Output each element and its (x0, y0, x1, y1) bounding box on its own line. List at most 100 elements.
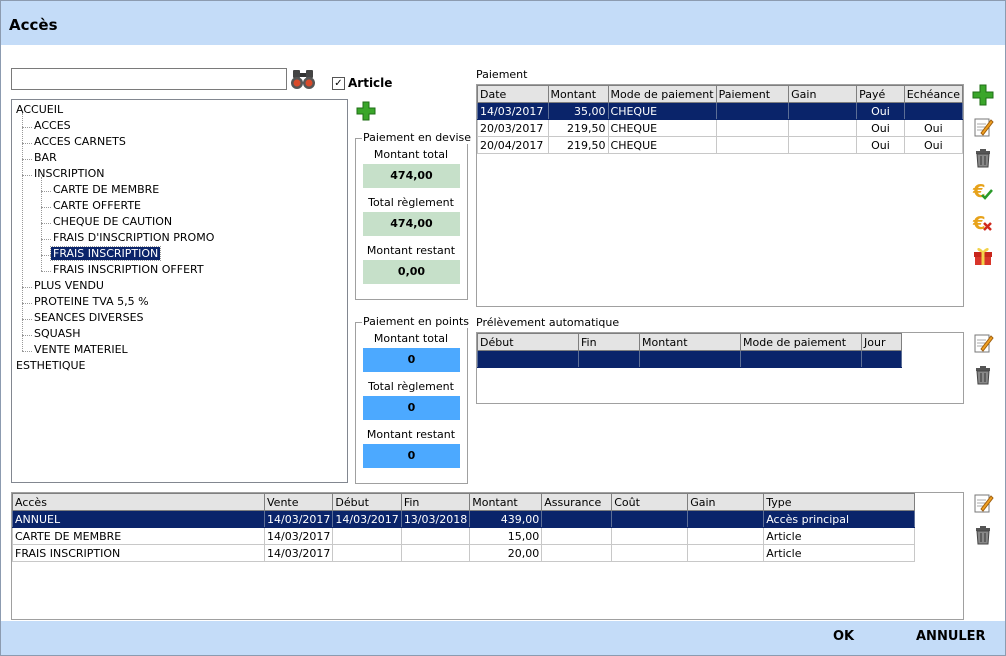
tree-node[interactable]: SQUASH (32, 327, 82, 340)
edit-direct-debit-icon[interactable] (972, 332, 994, 354)
tree-connector (41, 271, 51, 272)
delete-access-trash-icon[interactable] (972, 524, 994, 546)
payment-currency-group: Paiement en devise Montant total 474,00 … (355, 131, 473, 300)
column-header[interactable]: Date (477, 85, 549, 103)
edit-access-icon[interactable] (972, 492, 994, 514)
table-cell: Oui (856, 136, 905, 154)
binoculars-icon[interactable] (290, 68, 316, 90)
article-checkbox[interactable]: ✓ (332, 77, 345, 90)
table-cell: CHEQUE (607, 136, 717, 154)
payment-grid[interactable]: Date Montant Mode de paiement Paiement Gain P… (476, 84, 964, 307)
column-header[interactable]: Début (332, 493, 402, 511)
points-remaining-value: 0 (363, 444, 460, 468)
table-cell: 219,50 (547, 119, 609, 137)
table-cell: Oui (903, 136, 964, 154)
column-header[interactable]: Montant (547, 85, 609, 103)
table-cell (903, 102, 964, 120)
table-row[interactable]: CARTE DE MEMBRE 14/03/2017 15,00 Article (12, 527, 916, 545)
tree-node[interactable]: ACCES (32, 119, 73, 132)
search-input[interactable] (11, 68, 287, 90)
column-header[interactable]: Type (763, 493, 916, 511)
column-header[interactable]: Montant (639, 333, 741, 351)
column-header[interactable]: Jour (861, 333, 902, 351)
table-row[interactable]: 14/03/2017 35,00 CHEQUE Oui (477, 102, 964, 120)
article-tree[interactable]: ACCUEIL ACCES ACCES CARNETS BAR INSCRIPTION C… (11, 99, 348, 483)
tree-node[interactable]: CARTE DE MEMBRE (51, 183, 161, 196)
column-header[interactable]: Mode de paiement (740, 333, 862, 351)
column-header[interactable]: Payé (856, 85, 905, 103)
payment-grid-label: Paiement (476, 68, 528, 81)
tree-node[interactable]: INSCRIPTION (32, 167, 107, 180)
euro-validate-icon[interactable]: € (972, 180, 994, 202)
column-header[interactable]: Paiement (715, 85, 790, 103)
edit-payment-icon[interactable] (972, 116, 994, 138)
currency-remaining-value: 0,00 (363, 260, 460, 284)
table-cell: 219,50 (547, 136, 609, 154)
table-row[interactable]: 20/04/2017 219,50 CHEQUE Oui Oui (477, 136, 964, 154)
column-header[interactable]: Coût (611, 493, 689, 511)
table-row[interactable]: ANNUEL 14/03/2017 14/03/2017 13/03/2018 439,… (12, 510, 916, 528)
delete-payment-trash-icon[interactable] (972, 147, 994, 169)
access-grid[interactable]: Accès Vente Début Fin Montant Assurance Coût Ga… (11, 492, 964, 620)
cancel-button[interactable]: ANNULER (916, 629, 986, 644)
tree-node[interactable]: CARTE OFFERTE (51, 199, 143, 212)
payment-table[interactable]: Date Montant Mode de paiement Paiement Gain P… (477, 85, 964, 154)
column-header[interactable]: Assurance (541, 493, 613, 511)
tree-node[interactable]: BAR (32, 151, 59, 164)
payment-points-title: Paiement en points (362, 315, 470, 328)
table-row[interactable] (477, 350, 902, 368)
tree-node[interactable]: PROTEINE TVA 5,5 % (32, 295, 151, 308)
direct-debit-grid[interactable]: Début Fin Montant Mode de paiement Jour (476, 332, 964, 404)
tree-connector (22, 303, 32, 304)
table-cell (541, 510, 613, 528)
column-header[interactable]: Mode de paiement (607, 85, 717, 103)
column-header[interactable]: Echéance (903, 85, 964, 103)
table-cell: 13/03/2018 (400, 510, 471, 528)
footer-bar: OK ANNULER (1, 621, 1005, 655)
table-row[interactable]: FRAIS INSCRIPTION 14/03/2017 20,00 Article (12, 544, 916, 562)
currency-total-label: Montant total (373, 148, 449, 161)
delete-direct-debit-trash-icon[interactable] (972, 364, 994, 386)
tree-node[interactable]: FRAIS D'INSCRIPTION PROMO (51, 231, 216, 244)
currency-remaining-label: Montant restant (366, 244, 456, 257)
article-checkbox-label: Article (348, 76, 393, 90)
ok-button[interactable]: OK (833, 629, 854, 644)
tree-node[interactable]: FRAIS INSCRIPTION (49, 246, 162, 261)
column-header[interactable]: Accès (12, 493, 265, 511)
access-table[interactable]: Accès Vente Début Fin Montant Assurance Coût Ga… (12, 493, 916, 562)
table-cell: ANNUEL (12, 510, 265, 528)
add-payment-icon[interactable] (972, 84, 994, 106)
table-cell: Accès principal (763, 510, 916, 528)
table-cell: Article (763, 544, 916, 562)
euro-cancel-icon[interactable]: € (972, 212, 994, 234)
table-cell: 15,00 (469, 527, 543, 545)
tree-node[interactable]: ACCES CARNETS (32, 135, 128, 148)
column-header[interactable]: Vente (263, 493, 334, 511)
table-cell: 14/03/2017 (477, 102, 549, 120)
table-cell: 20/03/2017 (477, 119, 549, 137)
tree-node[interactable]: VENTE MATERIEL (32, 343, 130, 356)
column-header[interactable]: Gain (687, 493, 765, 511)
tree-connector (41, 255, 51, 256)
tree-node[interactable]: SEANCES DIVERSES (32, 311, 146, 324)
table-row[interactable]: 20/03/2017 219,50 CHEQUE Oui Oui (477, 119, 964, 137)
column-header[interactable]: Fin (400, 493, 471, 511)
column-header[interactable]: Début (477, 333, 579, 351)
table-cell: 14/03/2017 (263, 544, 334, 562)
tree-node[interactable]: CHEQUE DE CAUTION (51, 215, 174, 228)
column-header[interactable]: Fin (578, 333, 640, 351)
column-header[interactable]: Montant (469, 493, 543, 511)
table-cell (332, 527, 402, 545)
table-cell (687, 544, 765, 562)
table-cell (715, 119, 790, 137)
column-header[interactable]: Gain (788, 85, 858, 103)
direct-debit-table[interactable]: Début Fin Montant Mode de paiement Jour (477, 333, 902, 368)
add-payment-plus-icon[interactable] (356, 101, 376, 121)
table-cell: Oui (856, 119, 905, 137)
tree-node[interactable]: PLUS VENDU (32, 279, 106, 292)
tree-node[interactable]: FRAIS INSCRIPTION OFFERT (51, 263, 206, 276)
gift-icon[interactable] (972, 244, 994, 266)
tree-node[interactable]: ESTHETIQUE (14, 359, 88, 372)
payment-currency-title: Paiement en devise (362, 131, 473, 144)
tree-connector (22, 159, 32, 160)
